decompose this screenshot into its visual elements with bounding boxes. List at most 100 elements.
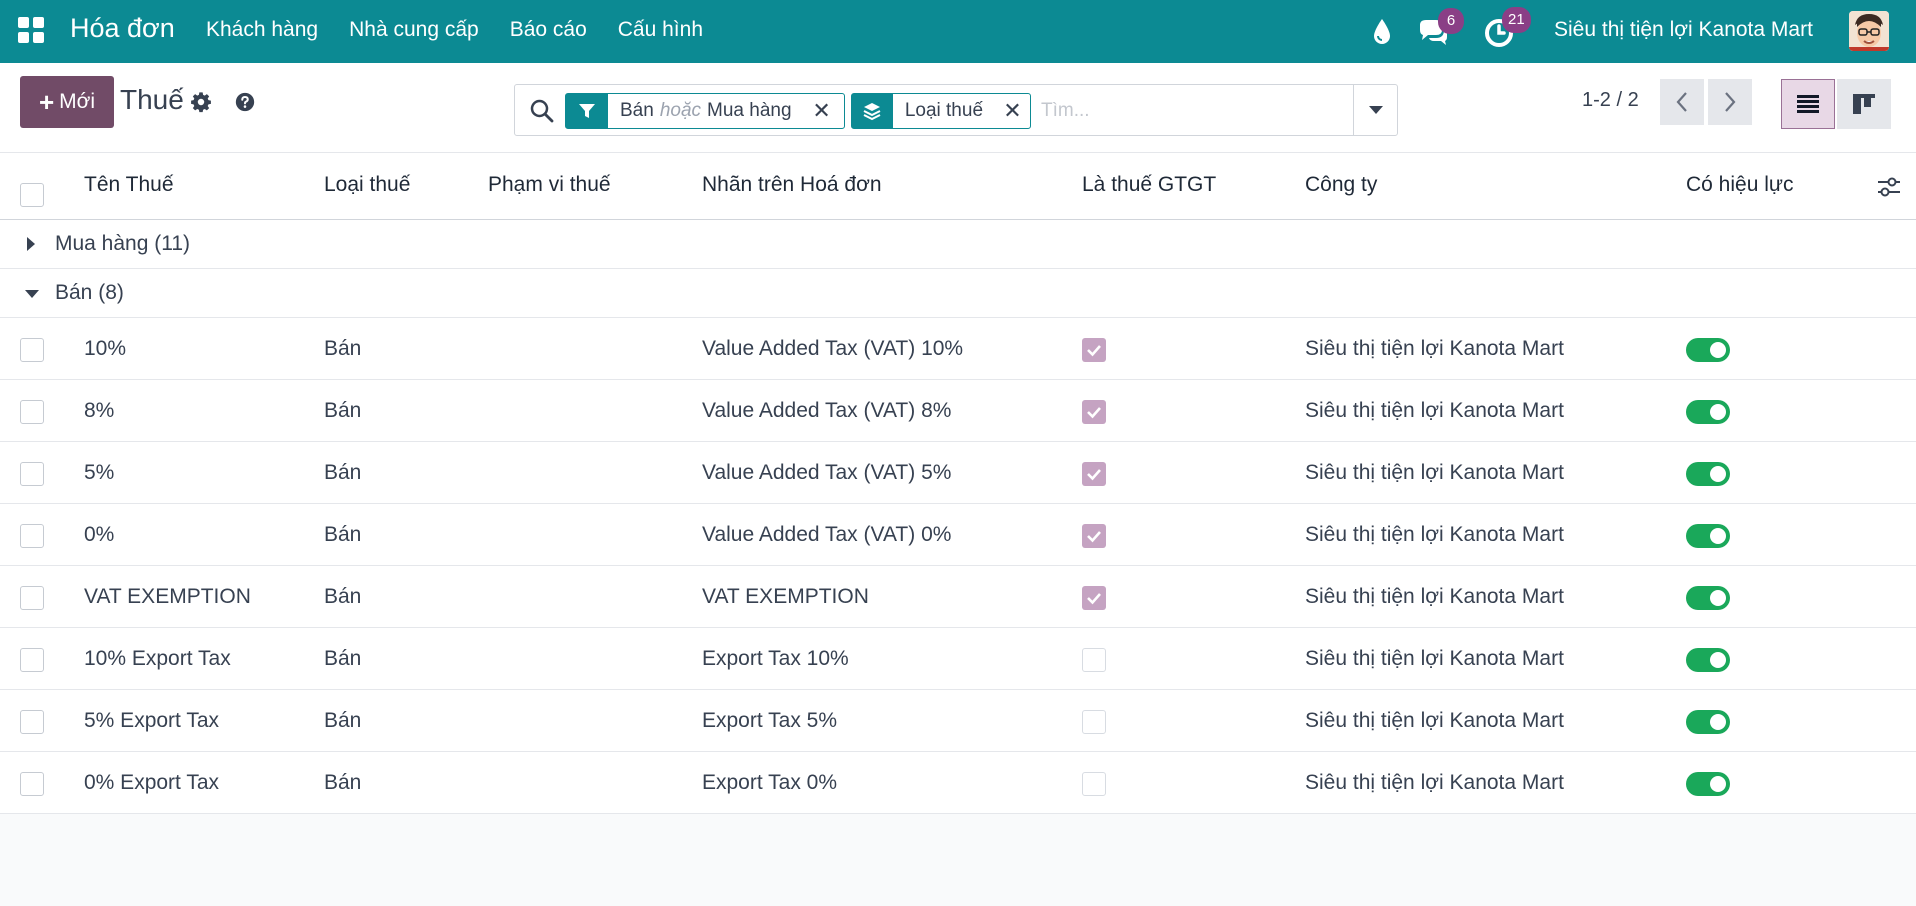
- is-vat-checkbox: [1082, 586, 1106, 610]
- is-vat-checkbox: [1082, 524, 1106, 548]
- cell-tax-name: 8%: [84, 399, 115, 422]
- gear-icon[interactable]: [190, 91, 212, 113]
- pager-value[interactable]: 1-2 / 2: [1582, 89, 1639, 112]
- table-row[interactable]: 0% Bán Value Added Tax (VAT) 0% Siêu thị ti…: [0, 504, 1916, 566]
- active-toggle[interactable]: [1686, 400, 1730, 424]
- row-select-checkbox[interactable]: [20, 338, 44, 362]
- active-toggle[interactable]: [1686, 462, 1730, 486]
- cell-invoice-label: Value Added Tax (VAT) 10%: [702, 337, 964, 360]
- pager-previous-button[interactable]: [1660, 79, 1704, 125]
- page-title: Thuế: [120, 84, 184, 115]
- table-row[interactable]: 0% Export Tax Bán Export Tax 0% Siêu thị ti…: [0, 752, 1916, 814]
- search-icon[interactable]: [529, 98, 555, 124]
- filter-facet: Bán hoặc Mua hàng ✕: [565, 93, 845, 129]
- checkmark-icon: [1087, 345, 1101, 357]
- row-select-checkbox[interactable]: [20, 400, 44, 424]
- cell-company: Siêu thị tiện lợi Kanota Mart: [1305, 771, 1564, 794]
- remove-filter-icon[interactable]: ✕: [804, 94, 840, 128]
- active-toggle[interactable]: [1686, 586, 1730, 610]
- search-input[interactable]: [1041, 95, 1341, 127]
- search-bar: Bán hoặc Mua hàng ✕ Loại thuế ✕: [514, 84, 1398, 136]
- group-by-icon: [852, 94, 893, 128]
- column-header-is-vat[interactable]: Là thuế GTGT: [1082, 173, 1216, 197]
- group-label: Bán (8): [55, 281, 124, 304]
- app-name[interactable]: Hóa đơn: [70, 13, 175, 44]
- cell-company: Siêu thị tiện lợi Kanota Mart: [1305, 647, 1564, 670]
- drop-icon[interactable]: [1370, 16, 1394, 46]
- caret-right-icon: [27, 237, 35, 251]
- remove-groupby-icon[interactable]: ✕: [995, 94, 1030, 128]
- menu-item-customers[interactable]: Khách hàng: [206, 18, 318, 42]
- chevron-right-icon: [1725, 92, 1736, 112]
- table-row[interactable]: 5% Export Tax Bán Export Tax 5% Siêu thị ti…: [0, 690, 1916, 752]
- filter-value-purchase: Mua hàng: [707, 100, 792, 121]
- pager-next-button[interactable]: [1708, 79, 1752, 125]
- checkmark-icon: [1087, 407, 1101, 419]
- cell-company: Siêu thị tiện lợi Kanota Mart: [1305, 523, 1564, 546]
- filter-separator: hoặc: [659, 100, 702, 121]
- cell-company: Siêu thị tiện lợi Kanota Mart: [1305, 585, 1564, 608]
- list-view-icon: [1797, 95, 1819, 113]
- help-icon[interactable]: [234, 91, 256, 113]
- cell-invoice-label: Export Tax 0%: [702, 771, 838, 794]
- active-toggle[interactable]: [1686, 710, 1730, 734]
- column-header-invoice-label[interactable]: Nhãn trên Hoá đơn: [702, 173, 882, 197]
- company-switcher[interactable]: Siêu thị tiện lợi Kanota Mart: [1554, 18, 1813, 42]
- new-button-label: Mới: [59, 90, 96, 113]
- row-select-checkbox[interactable]: [20, 772, 44, 796]
- table-row[interactable]: 8% Bán Value Added Tax (VAT) 8% Siêu thị ti…: [0, 380, 1916, 442]
- is-vat-checkbox: [1082, 400, 1106, 424]
- table-row[interactable]: VAT EXEMPTION Bán VAT EXEMPTION Siêu thị ti…: [0, 566, 1916, 628]
- cell-invoice-label: Export Tax 5%: [702, 709, 838, 732]
- kanban-view-button[interactable]: [1837, 79, 1891, 129]
- table-row[interactable]: 10% Export Tax Bán Export Tax 10% Siêu thị …: [0, 628, 1916, 690]
- active-toggle[interactable]: [1686, 524, 1730, 548]
- plus-icon: +: [38, 87, 55, 117]
- list-view-button[interactable]: [1781, 79, 1835, 129]
- row-select-checkbox[interactable]: [20, 524, 44, 548]
- user-avatar[interactable]: [1849, 11, 1889, 51]
- cell-invoice-label: Value Added Tax (VAT) 0%: [702, 523, 952, 546]
- select-all-checkbox[interactable]: [20, 183, 44, 207]
- cell-tax-name: 10% Export Tax: [84, 647, 231, 670]
- menu-item-vendors[interactable]: Nhà cung cấp: [349, 18, 479, 42]
- is-vat-checkbox: [1082, 648, 1106, 672]
- group-label: Mua hàng (11): [55, 232, 191, 255]
- column-header-tax-type[interactable]: Loại thuế: [324, 173, 410, 197]
- activities-count-badge: 21: [1502, 7, 1531, 33]
- messages-count-badge: 6: [1438, 8, 1464, 34]
- group-row-purchase[interactable]: Mua hàng (11): [0, 220, 1916, 269]
- column-header-active[interactable]: Có hiệu lực: [1686, 173, 1793, 197]
- row-select-checkbox[interactable]: [20, 462, 44, 486]
- row-select-checkbox[interactable]: [20, 586, 44, 610]
- active-toggle[interactable]: [1686, 648, 1730, 672]
- menu-item-reporting[interactable]: Báo cáo: [510, 18, 587, 42]
- active-toggle[interactable]: [1686, 338, 1730, 362]
- new-button[interactable]: + Mới: [20, 76, 114, 128]
- cell-tax-type: Bán: [324, 647, 362, 670]
- row-select-checkbox[interactable]: [20, 648, 44, 672]
- chevron-left-icon: [1676, 92, 1687, 112]
- column-header-tax-name[interactable]: Tên Thuế: [84, 173, 174, 197]
- group-row-sale[interactable]: Bán (8): [0, 269, 1916, 318]
- active-toggle[interactable]: [1686, 772, 1730, 796]
- cell-tax-type: Bán: [324, 523, 362, 546]
- table-row[interactable]: 10% Bán Value Added Tax (VAT) 10% Siêu thị …: [0, 318, 1916, 380]
- taxes-list-table: Tên Thuế Loại thuế Phạm vi thuế Nhãn trê…: [0, 153, 1916, 814]
- is-vat-checkbox: [1082, 772, 1106, 796]
- table-row[interactable]: 5% Bán Value Added Tax (VAT) 5% Siêu thị ti…: [0, 442, 1916, 504]
- column-header-company[interactable]: Công ty: [1305, 173, 1377, 197]
- groupby-facet: Loại thuế ✕: [851, 93, 1031, 129]
- filter-icon: [566, 94, 608, 128]
- optional-columns-icon[interactable]: [1876, 174, 1902, 200]
- is-vat-checkbox: [1082, 338, 1106, 362]
- cell-tax-type: Bán: [324, 399, 362, 422]
- menu-item-configuration[interactable]: Cấu hình: [618, 18, 703, 42]
- search-options-toggle[interactable]: [1353, 85, 1397, 135]
- column-header-tax-scope[interactable]: Phạm vi thuế: [488, 173, 611, 197]
- is-vat-checkbox: [1082, 462, 1106, 486]
- control-panel: + Mới Thuế Bán hoặc Mua hàng ✕ Loại thuế…: [0, 63, 1916, 153]
- is-vat-checkbox: [1082, 710, 1106, 734]
- row-select-checkbox[interactable]: [20, 710, 44, 734]
- apps-menu-icon[interactable]: [18, 17, 44, 43]
